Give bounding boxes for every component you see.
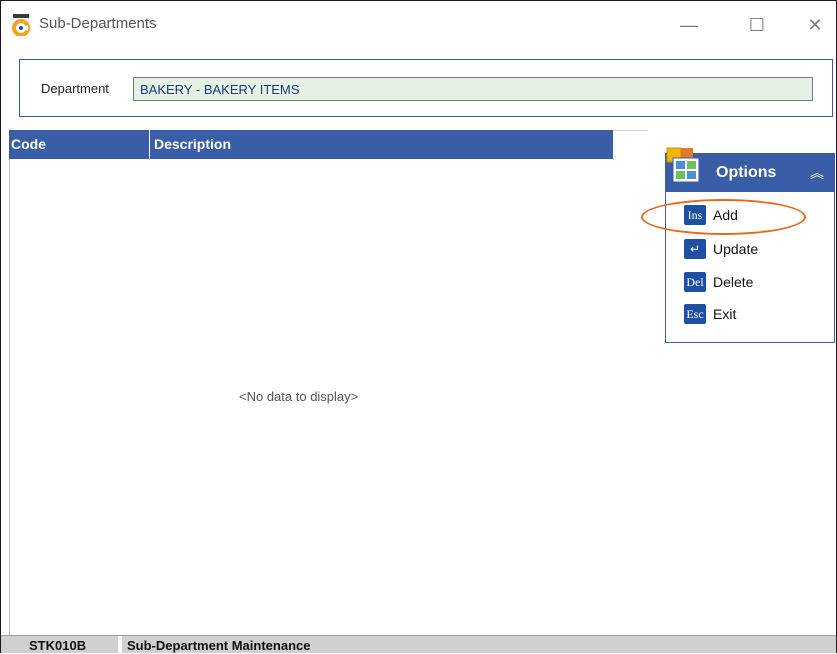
option-update-label: Update xyxy=(713,241,759,257)
grid-border xyxy=(9,159,10,635)
column-header-code[interactable]: Code xyxy=(9,130,150,159)
empty-grid-message: <No data to display> xyxy=(239,389,359,404)
minimize-button[interactable]: — xyxy=(669,9,709,41)
options-panel: Options ︽ Ins Add ↵ Update Del Delete Es… xyxy=(665,147,835,343)
department-field[interactable]: BAKERY - BAKERY ITEMS xyxy=(133,77,813,101)
option-add[interactable]: Ins Add xyxy=(684,204,738,226)
maximize-button[interactable]: ☐ xyxy=(737,9,777,41)
option-exit[interactable]: Esc Exit xyxy=(684,303,736,325)
enter-key-icon: ↵ xyxy=(684,239,706,259)
grid-divider xyxy=(613,130,648,131)
column-header-description[interactable]: Description xyxy=(150,130,613,159)
department-group: Department BAKERY - BAKERY ITEMS xyxy=(19,59,833,117)
status-bar: STK010B Sub-Department Maintenance xyxy=(1,635,836,654)
option-update[interactable]: ↵ Update xyxy=(684,238,758,260)
options-title: Options xyxy=(716,164,777,181)
del-key-icon: Del xyxy=(684,272,706,292)
option-delete[interactable]: Del Delete xyxy=(684,271,753,293)
app-logo-icon xyxy=(12,14,30,36)
ins-key-icon: Ins xyxy=(684,205,706,225)
title-bar: Sub-Departments — ☐ ✕ xyxy=(1,1,836,49)
window-title: Sub-Departments xyxy=(39,15,157,32)
option-add-label: Add xyxy=(713,207,738,223)
grid-header: Code Description xyxy=(9,130,613,159)
options-header[interactable]: Options ︽ xyxy=(666,147,834,192)
status-divider xyxy=(118,636,122,654)
option-exit-label: Exit xyxy=(713,306,737,322)
close-button[interactable]: ✕ xyxy=(795,9,835,41)
options-grid-icon xyxy=(666,147,700,183)
status-form-title: Sub-Department Maintenance xyxy=(127,638,311,653)
esc-key-icon: Esc xyxy=(684,304,706,324)
department-label: Department xyxy=(41,81,109,96)
collapse-chevron-icon[interactable]: ︽ xyxy=(810,163,824,183)
sub-departments-window: Sub-Departments — ☐ ✕ Department BAKERY … xyxy=(0,0,837,654)
status-form-code: STK010B xyxy=(29,638,87,653)
option-delete-label: Delete xyxy=(713,274,754,290)
